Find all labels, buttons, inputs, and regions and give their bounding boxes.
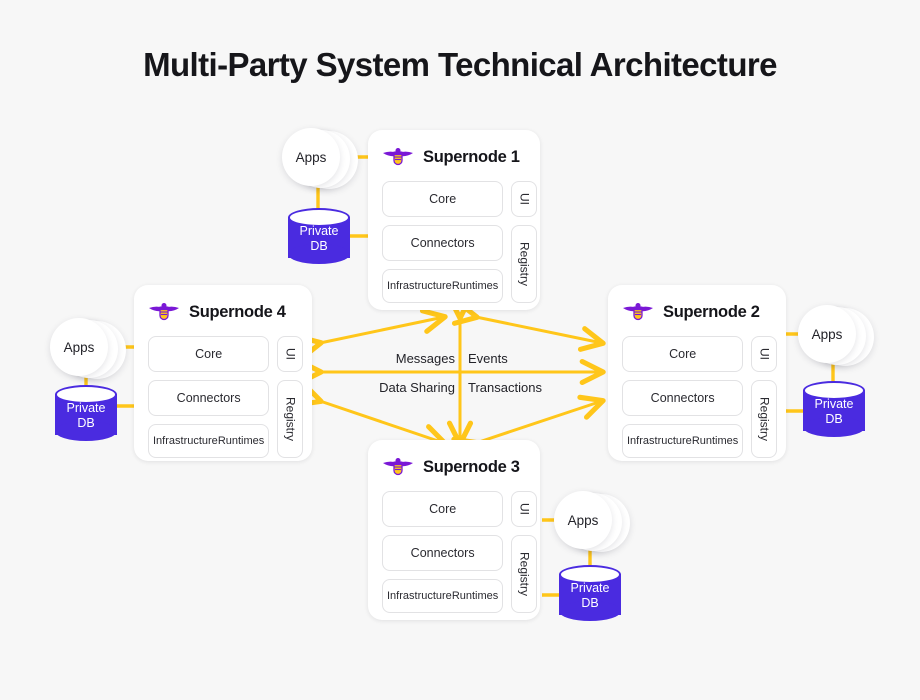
- cell-ui[interactable]: UI: [511, 181, 538, 217]
- supernode-2-card[interactable]: Supernode 2 Core Connectors Infrastructu…: [608, 285, 786, 461]
- supernode-3-header: Supernode 3: [382, 452, 526, 482]
- apps-stack-sn4[interactable]: Apps: [50, 318, 126, 380]
- apps-stack-sn2[interactable]: Apps: [798, 305, 874, 367]
- apps-label: Apps: [798, 305, 856, 363]
- apps-stack-sn1[interactable]: Apps: [282, 128, 358, 190]
- private-db-sn4[interactable]: Private DB: [55, 385, 117, 443]
- db-label: Private DB: [559, 581, 621, 611]
- bee-logo-icon: [383, 148, 413, 166]
- cell-ui[interactable]: UI: [277, 336, 304, 372]
- db-line-2: DB: [310, 239, 328, 253]
- arrow-diag-ne: [451, 300, 606, 352]
- cell-connectors[interactable]: Connectors: [622, 380, 744, 416]
- supernode-1-body: Core Connectors Infrastructure Runtimes …: [382, 181, 538, 303]
- db-line-1: Private: [814, 397, 854, 411]
- cell-ui[interactable]: UI: [511, 491, 538, 527]
- supernode-2-body: Core Connectors Infrastructure Runtimes …: [622, 336, 778, 458]
- private-db-sn2[interactable]: Private DB: [803, 381, 865, 439]
- supernode-1-title: Supernode 1: [423, 147, 520, 166]
- cell-core[interactable]: Core: [148, 336, 270, 372]
- cell-connectors[interactable]: Connectors: [382, 225, 504, 261]
- bee-logo-icon: [149, 303, 179, 321]
- flow-label-data-sharing: Data Sharing: [379, 380, 455, 395]
- cell-registry[interactable]: Registry: [511, 225, 538, 303]
- flow-label-messages: Messages: [395, 351, 455, 366]
- arrow-diag-sw: [295, 382, 448, 450]
- db-line-1: Private: [299, 224, 339, 238]
- infra-line-1: Infrastructure: [627, 434, 692, 447]
- supernode-4-body: Core Connectors Infrastructure Runtimes …: [148, 336, 304, 458]
- cell-core[interactable]: Core: [622, 336, 744, 372]
- apps-stack-sn3[interactable]: Apps: [554, 491, 630, 553]
- cell-core[interactable]: Core: [382, 491, 504, 527]
- page-title: Multi-Party System Technical Architectur…: [143, 46, 777, 83]
- infra-line-1: Infrastructure: [387, 279, 452, 292]
- cell-ui[interactable]: UI: [751, 336, 778, 372]
- bee-logo-icon: [623, 303, 653, 321]
- db-line-2: DB: [581, 596, 599, 610]
- supernode-1-card[interactable]: Supernode 1 Core Connectors Infrastructu…: [368, 130, 540, 310]
- bee-logo-icon: [383, 458, 413, 476]
- supernode-4-title: Supernode 4: [189, 302, 286, 321]
- cell-infrastructure-runtimes[interactable]: Infrastructure Runtimes: [622, 424, 744, 458]
- apps-label: Apps: [554, 491, 612, 549]
- cell-registry[interactable]: Registry: [277, 380, 304, 458]
- db-line-2: DB: [77, 416, 95, 430]
- cell-infrastructure-runtimes[interactable]: Infrastructure Runtimes: [148, 424, 270, 458]
- flow-label-transactions: Transactions: [468, 380, 542, 395]
- db-label: Private DB: [55, 401, 117, 431]
- db-line-1: Private: [570, 581, 610, 595]
- apps-label: Apps: [282, 128, 340, 186]
- flow-label-events: Events: [468, 351, 508, 366]
- db-line-2: DB: [825, 412, 843, 426]
- cell-registry[interactable]: Registry: [511, 535, 538, 613]
- infra-line-1: Infrastructure: [387, 589, 452, 602]
- arrow-diag-nw: [295, 308, 448, 360]
- supernode-2-header: Supernode 2: [622, 297, 772, 327]
- infra-line-2: Runtimes: [691, 434, 739, 447]
- supernode-1-header: Supernode 1: [382, 142, 526, 172]
- supernode-4-card[interactable]: Supernode 4 Core Connectors Infrastructu…: [134, 285, 312, 461]
- infra-line-2: Runtimes: [451, 589, 499, 602]
- cell-core[interactable]: Core: [382, 181, 504, 217]
- cell-infrastructure-runtimes[interactable]: Infrastructure Runtimes: [382, 579, 504, 613]
- db-label: Private DB: [288, 224, 350, 254]
- supernode-3-title: Supernode 3: [423, 457, 520, 476]
- infra-line-2: Runtimes: [451, 279, 499, 292]
- apps-label: Apps: [50, 318, 108, 376]
- cell-connectors[interactable]: Connectors: [382, 535, 504, 571]
- arrow-diag-se: [451, 394, 606, 462]
- db-line-1: Private: [66, 401, 106, 415]
- cell-infrastructure-runtimes[interactable]: Infrastructure Runtimes: [382, 269, 504, 303]
- cell-registry[interactable]: Registry: [751, 380, 778, 458]
- cell-connectors[interactable]: Connectors: [148, 380, 270, 416]
- infra-line-1: Infrastructure: [153, 434, 218, 447]
- private-db-sn1[interactable]: Private DB: [288, 208, 350, 266]
- architecture-diagram: Multi-Party System Technical Architectur…: [0, 0, 920, 700]
- supernode-2-title: Supernode 2: [663, 302, 760, 321]
- supernode-4-header: Supernode 4: [148, 297, 298, 327]
- private-db-sn3[interactable]: Private DB: [559, 565, 621, 623]
- infra-line-2: Runtimes: [217, 434, 265, 447]
- supernode-3-card[interactable]: Supernode 3 Core Connectors Infrastructu…: [368, 440, 540, 620]
- db-label: Private DB: [803, 397, 865, 427]
- supernode-3-body: Core Connectors Infrastructure Runtimes …: [382, 491, 538, 613]
